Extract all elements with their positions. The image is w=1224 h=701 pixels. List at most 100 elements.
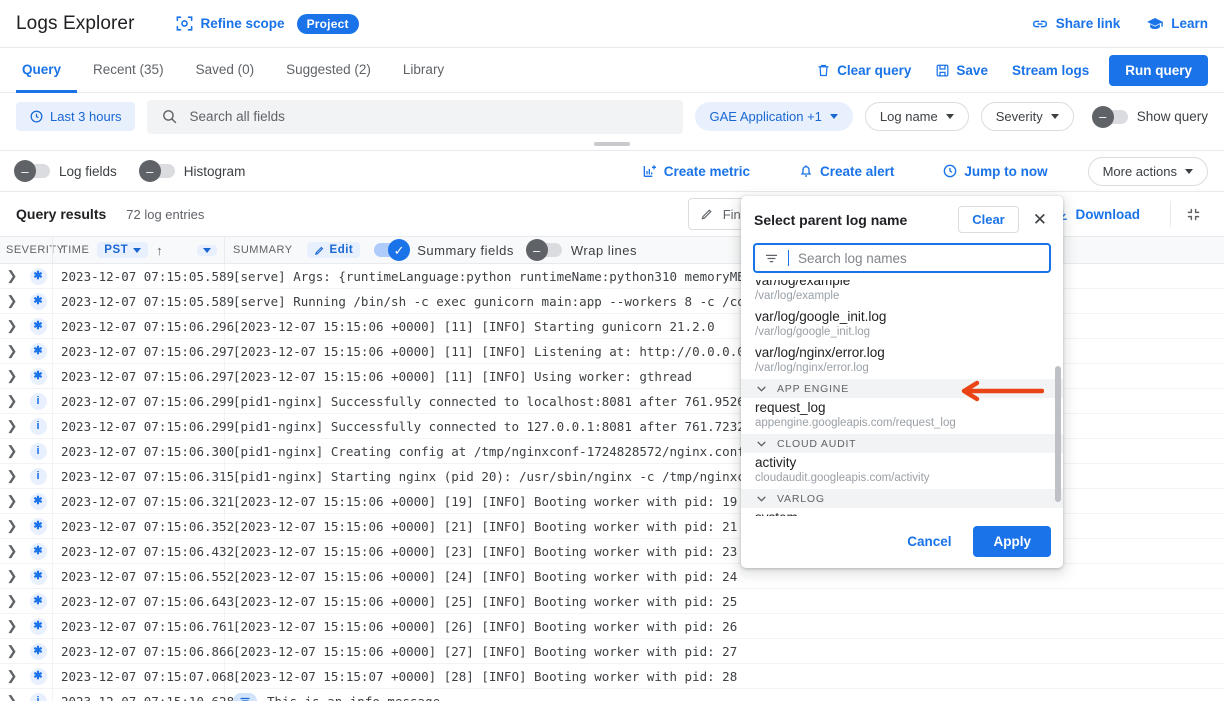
more-actions-button[interactable]: More actions: [1087, 156, 1208, 186]
expand-row-chevron-icon[interactable]: ❯: [0, 643, 24, 659]
expand-row-chevron-icon[interactable]: ❯: [0, 493, 24, 509]
tab-recent-label: Recent (35): [93, 62, 164, 77]
expand-row-chevron-icon[interactable]: ❯: [0, 518, 24, 534]
summary-cell: [serve] Args: {runtimeLanguage:python ru…: [233, 268, 820, 284]
close-icon[interactable]: ✕: [1029, 209, 1051, 230]
expand-row-chevron-icon[interactable]: ❯: [0, 443, 24, 459]
show-query-toggle[interactable]: – Show query: [1091, 105, 1208, 128]
expand-row-chevron-icon[interactable]: ❯: [0, 368, 24, 384]
collapse-icon: [1185, 206, 1202, 223]
log-name-group-label: CLOUD AUDIT: [777, 437, 857, 450]
log-name-option[interactable]: request_log appengine.googleapis.com/requ…: [741, 398, 1063, 434]
clear-query-button[interactable]: Clear query: [804, 63, 923, 78]
expand-row-chevron-icon[interactable]: ❯: [0, 593, 24, 609]
tab-suggested[interactable]: Suggested (2): [270, 49, 387, 93]
school-icon: [1146, 15, 1164, 33]
severity-info-icon: i: [29, 392, 47, 410]
jump-to-now-button[interactable]: Jump to now: [930, 163, 1059, 179]
tab-recent[interactable]: Recent (35): [77, 49, 180, 93]
timezone-label: PST: [104, 244, 129, 256]
toggle-knob: ✓: [388, 239, 411, 261]
tab-query[interactable]: Query: [16, 49, 78, 93]
log-name-option-title: request_log: [755, 400, 826, 415]
run-query-button[interactable]: Run query: [1109, 54, 1208, 86]
log-name-search-input[interactable]: Search log names: [753, 243, 1051, 273]
share-link-button[interactable]: Share link: [1031, 15, 1120, 33]
log-fields-toggle[interactable]: – Log fields: [14, 160, 117, 182]
log-name-option[interactable]: var/log/nginx/error.log/var/log/nginx/er…: [741, 343, 1063, 379]
log-detail-icon[interactable]: [233, 693, 257, 701]
log-name-group-header[interactable]: CLOUD AUDIT: [741, 434, 1063, 453]
summary-cell: [2023-12-07 15:15:06 +0000] [23] [INFO] …: [233, 543, 738, 559]
log-name-group-header[interactable]: APP ENGINE: [741, 379, 1063, 398]
time-options-button[interactable]: [197, 244, 217, 256]
table-row[interactable]: ❯ ✱ 2023-12-07 07:15:07.068 [2023-12-07 15:…: [0, 664, 1224, 689]
pencil-icon: [700, 207, 714, 221]
summary-fields-toggle[interactable]: ✓ Summary fields: [374, 239, 514, 261]
drag-handle[interactable]: [594, 142, 630, 146]
panel-scrollbar[interactable]: [1055, 366, 1061, 502]
expand-row-chevron-icon[interactable]: ❯: [0, 393, 24, 409]
timestamp-cell: 2023-12-07 07:15:06.552: [52, 564, 234, 588]
log-name-option[interactable]: var/log/example/var/log/example: [741, 280, 1063, 307]
log-name-option[interactable]: systemvarlog/system: [741, 508, 1063, 516]
expand-row-chevron-icon[interactable]: ❯: [0, 543, 24, 559]
expand-row-chevron-icon[interactable]: ❯: [0, 293, 24, 309]
cancel-button[interactable]: Cancel: [893, 526, 965, 557]
expand-row-chevron-icon[interactable]: ❯: [0, 268, 24, 284]
filter-chip-log-name[interactable]: Log name: [864, 102, 969, 131]
log-name-option[interactable]: var/log/google_init.log/var/log/google_i…: [741, 307, 1063, 343]
tab-library[interactable]: Library: [387, 49, 460, 93]
expand-row-chevron-icon[interactable]: ❯: [0, 693, 24, 701]
tab-suggested-label: Suggested (2): [286, 62, 371, 77]
table-row[interactable]: ❯ ✱ 2023-12-07 07:15:06.643 [2023-12-07 15:…: [0, 589, 1224, 614]
expand-row-chevron-icon[interactable]: ❯: [0, 568, 24, 584]
severity-debug-icon: ✱: [29, 267, 47, 285]
table-row[interactable]: ❯ i 2023-12-07 07:15:10.628 This is an info…: [0, 689, 1224, 701]
timestamp-cell: 2023-12-07 07:15:06.299: [52, 389, 234, 413]
scope-project-chip[interactable]: Project: [296, 13, 359, 34]
chevron-down-icon: [829, 114, 838, 119]
histogram-toggle[interactable]: – Histogram: [138, 160, 245, 182]
expand-row-chevron-icon[interactable]: ❯: [0, 468, 24, 484]
toggle-track: –: [525, 239, 562, 261]
create-alert-button[interactable]: Create alert: [786, 163, 906, 179]
severity-debug-icon: ✱: [29, 642, 47, 660]
summary-cell: [serve] Running /bin/sh -c exec gunicorn…: [233, 293, 820, 309]
expand-row-chevron-icon[interactable]: ❯: [0, 618, 24, 634]
table-row[interactable]: ❯ ✱ 2023-12-07 07:15:06.866 [2023-12-07 15:…: [0, 639, 1224, 664]
time-range-selector[interactable]: Last 3 hours: [16, 102, 135, 131]
more-actions-label: More actions: [1102, 163, 1177, 179]
log-name-options-list[interactable]: var/log/example/var/log/example var/log/g…: [741, 280, 1063, 516]
expand-row-chevron-icon[interactable]: ❯: [0, 418, 24, 434]
filter-chip-gae-application[interactable]: GAE Application +1: [694, 102, 853, 131]
edit-summary-fields-button[interactable]: Edit: [306, 242, 361, 258]
expand-row-chevron-icon[interactable]: ❯: [0, 318, 24, 334]
download-label: Download: [1075, 206, 1141, 222]
log-name-group-header[interactable]: VARLOG: [741, 489, 1063, 508]
severity-cell: ✱: [24, 667, 52, 685]
apply-button[interactable]: Apply: [973, 526, 1051, 557]
learn-button[interactable]: Learn: [1146, 15, 1208, 33]
logs-explorer-app: Logs Explorer Refine scope Project Share…: [0, 0, 1224, 701]
panel-clear-button[interactable]: Clear: [958, 206, 1019, 233]
timezone-selector[interactable]: PST: [97, 242, 149, 258]
search-all-fields-input[interactable]: Search all fields: [146, 99, 683, 134]
table-row[interactable]: ❯ ✱ 2023-12-07 07:15:06.761 [2023-12-07 15:…: [0, 614, 1224, 639]
save-button[interactable]: Save: [923, 63, 1000, 78]
select-parent-log-name-panel: Select parent log name Clear ✕ Search lo…: [741, 196, 1063, 568]
severity-cell: ✱: [24, 492, 52, 510]
wrap-lines-toggle[interactable]: – Wrap lines: [525, 239, 637, 261]
sort-ascending-button[interactable]: ↑: [156, 243, 163, 258]
log-name-option[interactable]: activity cloudaudit.googleapis.com/activi…: [741, 453, 1063, 489]
save-label: Save: [956, 62, 988, 78]
refine-scope-button[interactable]: Refine scope: [175, 14, 285, 33]
filter-chip-severity[interactable]: Severity: [980, 102, 1074, 131]
expand-row-chevron-icon[interactable]: ❯: [0, 668, 24, 684]
tab-saved[interactable]: Saved (0): [180, 49, 271, 93]
collapse-panel-button[interactable]: [1170, 201, 1208, 227]
expand-row-chevron-icon[interactable]: ❯: [0, 343, 24, 359]
stream-logs-button[interactable]: Stream logs: [1000, 63, 1101, 78]
create-metric-button[interactable]: Create metric: [630, 163, 762, 179]
severity-cell: ✱: [24, 642, 52, 660]
